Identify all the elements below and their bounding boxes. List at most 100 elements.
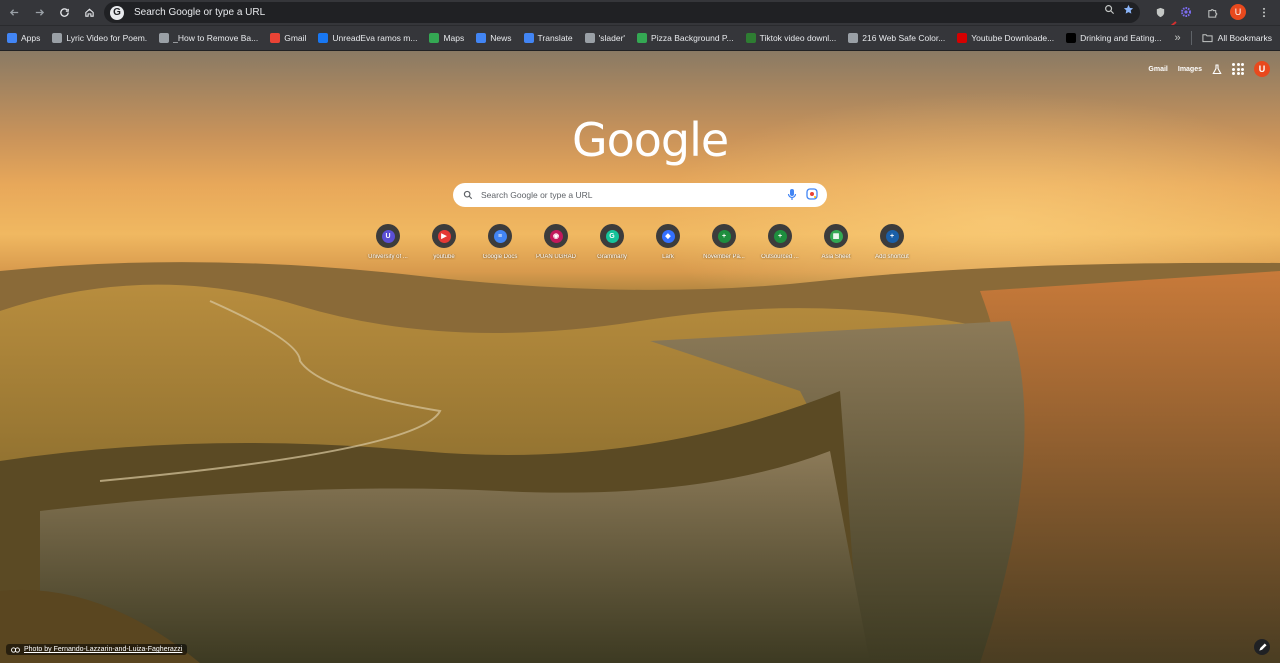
shortcut-icon: ≡ [488,224,512,248]
shortcut-favicon-icon: ◉ [549,229,563,243]
ntp-search-box[interactable]: Search Google or type a URL [453,183,827,207]
bookmark-item[interactable]: Gmail [270,33,306,43]
omnibox[interactable]: G Search Google or type a URL [104,2,1140,23]
gmail-link[interactable]: Gmail [1148,66,1167,73]
profile-button[interactable]: U [1228,2,1248,22]
shortcut-favicon-icon: ▶ [437,229,451,243]
reload-icon [59,8,69,17]
shortcut-icon: G [600,224,624,248]
bookmark-label: Lyric Video for Poem. [66,33,148,43]
zoom-icon[interactable] [1104,4,1115,15]
all-bookmarks-button[interactable]: All Bookmarks [1202,33,1272,43]
photo-attribution[interactable]: Photo by Fernando-Lazzarin-and-Luiza-Fag… [6,644,188,655]
bookmark-label: _How to Remove Ba... [173,33,259,43]
bookmark-favicon-icon [523,33,534,43]
shortcut-favicon-icon: ≡ [493,229,507,243]
search-icon [463,190,473,200]
bookmark-item[interactable]: Drinking and Eating... [1066,33,1161,43]
divider [1190,31,1192,45]
shortcut-tile[interactable]: ▦ Asia Sheet [808,224,864,260]
google-apps-icon[interactable] [1232,63,1244,75]
bookmark-label: 'slader' [598,33,626,43]
bookmark-item[interactable]: Maps [429,33,464,43]
bookmark-item[interactable]: 216 Web Safe Color... [848,33,945,43]
bookmark-label: Tiktok video downl... [759,33,837,43]
bookmark-label: Gmail [284,33,307,43]
shortcut-favicon-icon: + [773,229,787,243]
google-logo: Google [572,113,729,167]
attribution-link[interactable]: Photo by Fernando-Lazzarin-and-Luiza-Fag… [24,646,182,653]
shortcut-label: University of ... [368,254,408,260]
bookmark-item[interactable]: Youtube Downloade... [957,33,1054,43]
new-tab-page: Gmail Images U Google Search Google or t… [0,51,1280,663]
home-button[interactable] [78,2,100,24]
forward-button[interactable] [28,2,50,24]
bookmark-favicon-icon [270,33,281,43]
bookmark-favicon-icon [745,33,756,43]
shortcut-tile[interactable]: + November Pa... [696,224,752,260]
bookmark-label: News [490,33,512,43]
shortcut-tile[interactable]: U University of ... [360,224,416,260]
shortcut-label: November Pa... [703,254,745,260]
shortcut-icon: + [880,224,904,248]
bookmark-star-icon[interactable] [1123,4,1134,15]
folder-icon [1202,34,1213,43]
shortcut-label: youtube [433,254,455,260]
bookmarks-overflow-button[interactable]: » [1175,32,1181,44]
bookmark-favicon-icon [429,33,440,43]
landscape-background [0,262,1280,663]
back-button[interactable] [3,2,25,24]
shortcut-tile[interactable]: G Grammarly [584,224,640,260]
search-placeholder: Search Google or type a URL [481,190,593,200]
bookmark-label: Translate [537,33,573,43]
labs-flask-icon[interactable] [1212,63,1222,75]
shortcut-tile[interactable]: + Outsourced ... [752,224,808,260]
extensions-puzzle-icon[interactable] [1202,2,1222,22]
bookmark-item[interactable]: _How to Remove Ba... [159,33,258,43]
reload-button[interactable] [53,2,75,24]
shortcut-tile[interactable]: + Add shortcut [864,224,920,260]
menu-kebab-icon[interactable] [1254,2,1274,22]
bookmark-favicon-icon [957,33,968,43]
voice-search-mic-icon[interactable] [787,188,797,201]
shortcuts-row: U University of ... ▶ youtube ≡ Google Docs ◉ P… [360,224,920,260]
bookmark-label: Youtube Downloade... [971,33,1055,43]
shortcut-favicon-icon: + [717,229,731,243]
bookmark-item[interactable]: Lyric Video for Poem. [52,33,147,43]
bookmarks-bar: Apps Lyric Video for Poem. _How to Remove … [0,25,1280,50]
shortcut-icon: ▶ [432,224,456,248]
bookmark-item[interactable]: 'slader' [584,33,626,43]
bookmark-favicon-icon [318,33,329,43]
bookmark-item[interactable]: Pizza Background P... [637,33,734,43]
shortcut-label: PUAN UGRAD [535,254,576,260]
lens-camera-icon[interactable] [806,188,818,200]
bookmark-favicon-icon [52,33,63,43]
bookmark-item[interactable]: Tiktok video downl... [745,33,837,43]
shortcut-tile[interactable]: ▶ youtube [416,224,472,260]
bookmark-favicon-icon [7,33,17,43]
top-links: Gmail Images U [1148,61,1270,77]
bookmark-label: Apps [21,33,41,43]
customize-pencil-icon[interactable] [1254,639,1270,655]
bookmark-label: Maps [443,33,465,43]
shortcut-icon: ◆ [656,224,680,248]
all-bookmarks-label: All Bookmarks [1217,33,1272,43]
bookmark-item[interactable]: News [476,33,512,43]
bookmark-item[interactable]: Translate [523,33,573,43]
bookmark-label: Pizza Background P... [651,33,734,43]
shortcut-favicon-icon: ◆ [661,229,675,243]
home-icon [84,8,94,17]
shortcut-favicon-icon: G [605,229,619,243]
bookmark-item[interactable]: Apps [7,33,40,43]
shortcut-icon: U [376,224,400,248]
ntp-avatar[interactable]: U [1254,61,1270,77]
bookmark-favicon-icon [476,33,487,43]
images-link[interactable]: Images [1178,66,1202,73]
back-arrow-icon [9,9,18,16]
shortcut-tile[interactable]: ≡ Google Docs [472,224,528,260]
shortcut-tile[interactable]: ◆ Lark [640,224,696,260]
shortcut-favicon-icon: U [381,229,395,243]
bookmark-item[interactable]: UnreadEva ramos m... [318,33,417,43]
shortcut-tile[interactable]: ◉ PUAN UGRAD [528,224,584,260]
shortcut-favicon-icon: + [885,229,899,243]
